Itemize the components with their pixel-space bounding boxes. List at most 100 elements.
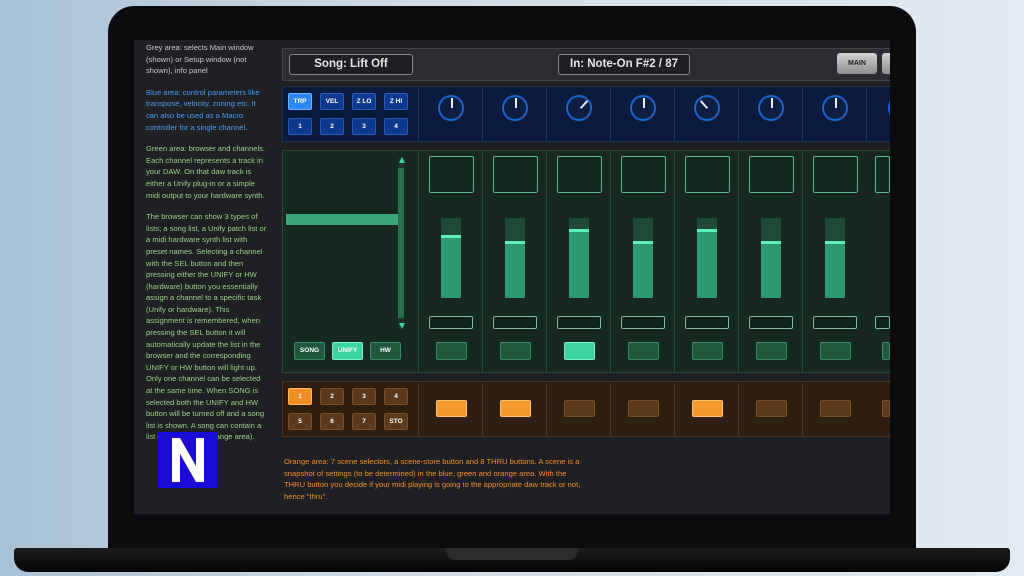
channel-name[interactable] (813, 316, 857, 329)
channel-name[interactable] (429, 316, 473, 329)
channel-sel-button[interactable] (564, 342, 595, 360)
scene-button-7[interactable]: 7 (352, 413, 376, 430)
browser-item[interactable] (286, 259, 398, 270)
scroll-up-icon[interactable] (399, 157, 405, 163)
channel-name[interactable] (875, 316, 890, 329)
channel-divider (482, 86, 483, 142)
channel-patch-name[interactable] (875, 156, 890, 193)
browser-item[interactable] (286, 191, 398, 202)
logo-n-icon (172, 438, 204, 482)
scroll-down-icon[interactable] (399, 323, 405, 329)
channel-divider (610, 150, 611, 373)
browser-hw-button[interactable]: HW (370, 342, 401, 360)
scene-button-1[interactable]: 1 (288, 388, 312, 405)
setup-button[interactable] (882, 53, 890, 74)
browser-item[interactable] (286, 157, 398, 168)
channel-name[interactable] (685, 316, 729, 329)
mode-button-z-lo[interactable]: Z LO (352, 93, 376, 110)
channel-name[interactable] (749, 316, 793, 329)
thru-button[interactable] (564, 400, 595, 417)
browser-item[interactable] (286, 202, 398, 213)
channel-patch-name[interactable] (557, 156, 602, 193)
browser-item[interactable] (286, 293, 398, 304)
browser-song-button[interactable]: SONG (294, 342, 325, 360)
browser-item[interactable] (286, 225, 398, 236)
knob-needle (835, 98, 837, 108)
macro-button-2[interactable]: 2 (320, 118, 344, 135)
scene-button-4[interactable]: 4 (384, 388, 408, 405)
channel-patch-name[interactable] (621, 156, 666, 193)
channel-sel-button[interactable] (692, 342, 723, 360)
volume-fader[interactable] (569, 218, 589, 298)
thru-button[interactable] (820, 400, 851, 417)
transpose-knob[interactable] (694, 95, 720, 121)
channel-divider (674, 86, 675, 142)
channel-name[interactable] (557, 316, 601, 329)
browser-unify-button[interactable]: UNIFY (332, 342, 363, 360)
transpose-knob[interactable] (822, 95, 848, 121)
channel-patch-name[interactable] (685, 156, 730, 193)
browser-item[interactable] (286, 213, 398, 225)
browser-item[interactable] (286, 247, 398, 258)
channel-sel-button[interactable] (628, 342, 659, 360)
channel-sel-button[interactable] (882, 342, 890, 360)
fader-fill (697, 229, 717, 298)
knob-needle (579, 100, 589, 109)
main-button[interactable]: MAIN (837, 53, 877, 74)
channel-sel-button[interactable] (436, 342, 467, 360)
scene-button-6[interactable]: 6 (320, 413, 344, 430)
volume-fader[interactable] (505, 218, 525, 298)
thru-button[interactable] (436, 400, 467, 417)
browser-item[interactable] (286, 236, 398, 247)
channel-divider (674, 150, 675, 373)
volume-fader[interactable] (633, 218, 653, 298)
transpose-knob[interactable] (502, 95, 528, 121)
scene-button-3[interactable]: 3 (352, 388, 376, 405)
thru-button[interactable] (500, 400, 531, 417)
browser-item[interactable] (286, 304, 398, 315)
thru-button[interactable] (756, 400, 787, 417)
scene-button-5[interactable]: 5 (288, 413, 312, 430)
scroll-thumb[interactable] (398, 168, 404, 318)
scene-store-button[interactable]: STO (384, 413, 408, 430)
mode-button-z-hi[interactable]: Z HI (384, 93, 408, 110)
channel-patch-name[interactable] (749, 156, 794, 193)
volume-fader[interactable] (761, 218, 781, 298)
macro-button-4[interactable]: 4 (384, 118, 408, 135)
thru-button[interactable] (882, 400, 890, 417)
transpose-knob[interactable] (758, 95, 784, 121)
browser-item[interactable] (286, 281, 398, 292)
transpose-knob[interactable] (566, 95, 592, 121)
channel-name[interactable] (493, 316, 537, 329)
volume-fader[interactable] (697, 218, 717, 298)
channel-name[interactable] (621, 316, 665, 329)
channel-divider (482, 381, 483, 437)
browser-item[interactable] (286, 168, 398, 179)
channel-patch-name[interactable] (429, 156, 474, 193)
channel-sel-button[interactable] (500, 342, 531, 360)
macro-button-1[interactable]: 1 (288, 118, 312, 135)
thru-button[interactable] (628, 400, 659, 417)
browser-item[interactable] (286, 270, 398, 281)
mode-button-trp[interactable]: TRP (288, 93, 312, 110)
browser-item[interactable] (286, 315, 398, 326)
info-panel: Grey area: selects Main window (shown) o… (146, 42, 268, 453)
scene-button-2[interactable]: 2 (320, 388, 344, 405)
transpose-knob[interactable] (630, 95, 656, 121)
channel-divider (866, 86, 867, 142)
channel-patch-name[interactable] (813, 156, 858, 193)
channel-sel-button[interactable] (756, 342, 787, 360)
volume-fader[interactable] (825, 218, 845, 298)
channel-sel-button[interactable] (820, 342, 851, 360)
browser-scrollbar[interactable] (398, 158, 404, 328)
fader-fill (505, 241, 525, 298)
transpose-knob[interactable] (438, 95, 464, 121)
thru-button[interactable] (692, 400, 723, 417)
macro-button-3[interactable]: 3 (352, 118, 376, 135)
browser-item[interactable] (286, 180, 398, 191)
song-label[interactable]: Song: Lift Off (289, 54, 413, 75)
channel-patch-name[interactable] (493, 156, 538, 193)
volume-fader[interactable] (441, 218, 461, 298)
browser-list (286, 156, 409, 330)
mode-button-vel[interactable]: VEL (320, 93, 344, 110)
